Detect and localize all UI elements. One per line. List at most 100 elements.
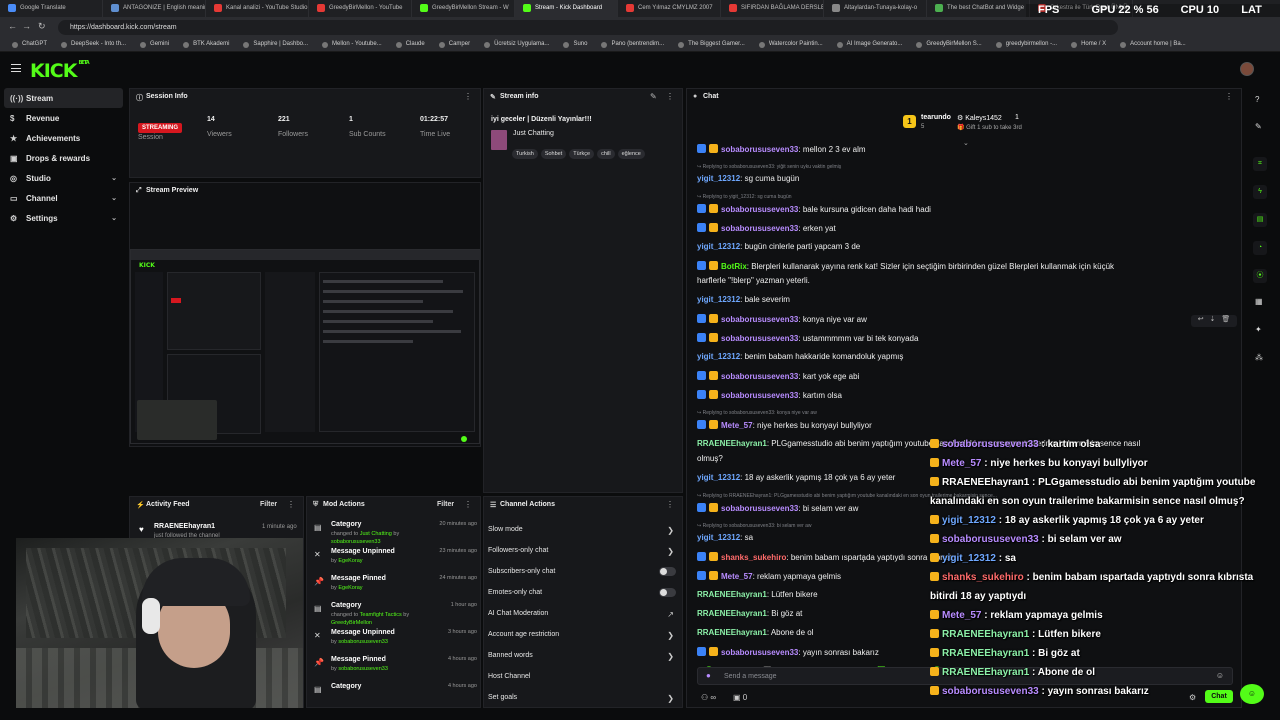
share-icon[interactable]: ⁂: [1255, 353, 1263, 362]
tag-chip[interactable]: Turkish: [512, 149, 538, 159]
chat-message[interactable]: yigit_12312: benim babam hakkaride koman…: [697, 352, 903, 361]
pencil-icon[interactable]: ✎: [650, 92, 657, 101]
chat-username[interactable]: Mete_57: [721, 421, 753, 430]
chat-username[interactable]: sobaborususeven33: [721, 145, 798, 154]
bookmark-item[interactable]: Pano (bentrendim...: [595, 38, 672, 51]
chat-username[interactable]: Mete_57: [721, 572, 753, 581]
chat-username[interactable]: sobaborususeven33: [721, 391, 798, 400]
mod-action-user[interactable]: sobaborususeven33: [338, 666, 388, 672]
avatar[interactable]: [1240, 62, 1254, 76]
chat-username[interactable]: sobaborususeven33: [721, 648, 798, 657]
document-icon[interactable]: ▤: [1253, 213, 1267, 227]
bookmark-item[interactable]: Claude: [390, 38, 433, 51]
browser-tab[interactable]: Cem Yılmaz CMYLMZ 2007: [618, 0, 721, 17]
bookmark-item[interactable]: Ücretsiz Uygulama...: [478, 38, 557, 51]
broadcast-icon[interactable]: ⦿: [1253, 269, 1267, 283]
mod-action-user[interactable]: EgeKoray: [338, 585, 362, 591]
mod-action-category[interactable]: Teamfight Tactics: [360, 612, 402, 618]
chat-message[interactable]: sobaborususeven33: kart yok ege abi: [697, 371, 859, 381]
forward-icon[interactable]: →: [22, 21, 31, 31]
tag-chip[interactable]: chill: [597, 149, 615, 159]
chevron-right-icon[interactable]: ❯: [667, 652, 674, 661]
bookmark-item[interactable]: Account home | Ba...: [1114, 38, 1194, 51]
channel-action-banned-words[interactable]: Banned words ❯: [488, 652, 678, 672]
more-options-icon[interactable]: ⋮: [666, 500, 674, 509]
chat-message[interactable]: yigit_12312: sa: [697, 533, 753, 542]
mod-action-user[interactable]: sobaborususeven33: [338, 639, 388, 645]
browser-tab[interactable]: Stream - Kick Dashboard: [515, 0, 618, 17]
bookmark-item[interactable]: Suno: [557, 38, 595, 51]
bookmark-item[interactable]: Mellon - Youtube...: [316, 38, 390, 51]
bookmark-item[interactable]: Camper: [433, 38, 478, 51]
chevron-down-icon[interactable]: ⌄: [111, 174, 117, 182]
channel-action-subscribers-only-chat[interactable]: Subscribers-only chat: [488, 567, 678, 588]
url-field[interactable]: https://dashboard.kick.com/stream: [58, 20, 1118, 35]
chat-username[interactable]: sobaborususeven33: [721, 315, 798, 324]
category-name[interactable]: Just Chatting: [513, 130, 554, 137]
activity-filter-button[interactable]: Filter: [260, 501, 277, 508]
mod-action-user[interactable]: sobaborususeven33: [331, 539, 381, 545]
chat-message[interactable]: Mete_57: niye herkes bu konyayi bullyliy…: [697, 420, 872, 430]
collapse-icon[interactable]: ⌄: [963, 139, 969, 147]
mod-action-category[interactable]: Just Chatting: [360, 531, 392, 537]
bookmark-item[interactable]: AI Image Generato...: [831, 38, 911, 51]
settings-icon[interactable]: ⚙: [1189, 693, 1196, 702]
support-chat-icon[interactable]: ☺: [1240, 684, 1264, 704]
tag-chip[interactable]: Sohbet: [540, 149, 567, 159]
channel-action-slow-mode[interactable]: Slow mode ❯: [488, 526, 678, 546]
hamburger-icon[interactable]: [11, 64, 21, 72]
mod-action-user[interactable]: GreedyBirMellon: [331, 620, 372, 626]
reload-icon[interactable]: ↻: [38, 21, 46, 32]
bookmark-item[interactable]: Watercolor Paintin...: [753, 38, 831, 51]
chat-message[interactable]: sobaborususeven33: bale kursuna gidicen …: [697, 204, 931, 214]
sidebar-item-channel[interactable]: ▭ Channel ⌄: [0, 188, 127, 208]
more-options-icon[interactable]: ⋮: [464, 92, 472, 101]
chat-message[interactable]: yigit_12312: bale severim: [697, 295, 790, 304]
chat-bubble-icon[interactable]: ◔: [1253, 241, 1267, 255]
browser-tab[interactable]: Kanal analizi - YouTube Studio: [206, 0, 309, 17]
mod-filter-button[interactable]: Filter: [437, 501, 454, 508]
chat-username[interactable]: sobaborususeven33: [721, 372, 798, 381]
channel-action-ai-chat-moderation[interactable]: AI Chat Moderation ↗: [488, 610, 678, 630]
chevron-right-icon[interactable]: ❯: [667, 694, 674, 703]
chat-username[interactable]: yigit_12312: [697, 174, 740, 183]
sidebar-item-stream[interactable]: ((·)) Stream: [4, 88, 123, 108]
chat-message[interactable]: RRAENEEhayran1: Abone de ol: [697, 628, 814, 637]
chat-message[interactable]: Mete_57: reklam yapmaya gelmis: [697, 571, 841, 581]
chat-message[interactable]: RRAENEEhayran1: Lütfen bikere: [697, 590, 818, 599]
back-icon[interactable]: ←: [8, 21, 17, 31]
chat-username[interactable]: yigit_12312: [697, 352, 740, 361]
chat-message[interactable]: sobaborususeven33: mellon 2 3 ev alm: [697, 144, 866, 154]
browser-tab[interactable]: The best ChatBot and Widge: [927, 0, 1030, 17]
sidebar-item-settings[interactable]: ⚙ Settings ⌄: [0, 208, 127, 228]
external-link-icon[interactable]: ↗: [667, 610, 674, 619]
chevron-right-icon[interactable]: ❯: [667, 631, 674, 640]
chat-message[interactable]: yigit_12312: bugün cinlerle parti yapcam…: [697, 242, 860, 251]
calendar-icon[interactable]: ▦: [1255, 297, 1263, 306]
chat-message[interactable]: RRAENEEhayran1: Bi göz at: [697, 609, 802, 618]
sidebar-item-studio[interactable]: ◎ Studio ⌄: [0, 168, 127, 188]
chat-username[interactable]: yigit_12312: [697, 473, 740, 482]
pin-icon[interactable]: ⇣: [1210, 316, 1216, 323]
chat-username[interactable]: RRAENEEhayran1: [697, 439, 767, 448]
bookmark-item[interactable]: GreedyBirMellon S...: [910, 38, 989, 51]
tag-chip[interactable]: Türkçe: [569, 149, 595, 159]
preview-video[interactable]: KICK: [130, 249, 481, 444]
send-chat-button[interactable]: Chat: [1205, 690, 1233, 703]
reply-icon[interactable]: ↩: [1198, 316, 1204, 323]
gifter-user[interactable]: ⚙ Kaleys1452: [957, 114, 1002, 122]
chat-username[interactable]: RRAENEEhayran1: [697, 590, 767, 599]
sidebar-item-revenue[interactable]: $ Revenue: [0, 108, 127, 128]
mod-action-user[interactable]: EgeKoray: [338, 558, 362, 564]
sidebar-item-achievements[interactable]: ★ Achievements: [0, 128, 127, 148]
chat-message[interactable]: shanks_sukehiro: benim babam ısparta̧da …: [697, 552, 956, 562]
lightning-icon[interactable]: ϟ: [1253, 185, 1267, 199]
browser-tab[interactable]: GreedyBirMellon - YouTube: [309, 0, 412, 17]
browser-tab[interactable]: SIFIRDAN BAĞLAMA DERSLE: [721, 0, 824, 17]
more-options-icon[interactable]: ⋮: [1225, 92, 1233, 101]
chat-username[interactable]: sobaborususeven33: [721, 205, 798, 214]
chat-username[interactable]: yigit_12312: [697, 242, 740, 251]
pinned-user[interactable]: tearundo: [921, 114, 951, 121]
chevron-right-icon[interactable]: ❯: [667, 526, 674, 535]
channel-action-account-age-restriction[interactable]: Account age restriction ❯: [488, 631, 678, 651]
